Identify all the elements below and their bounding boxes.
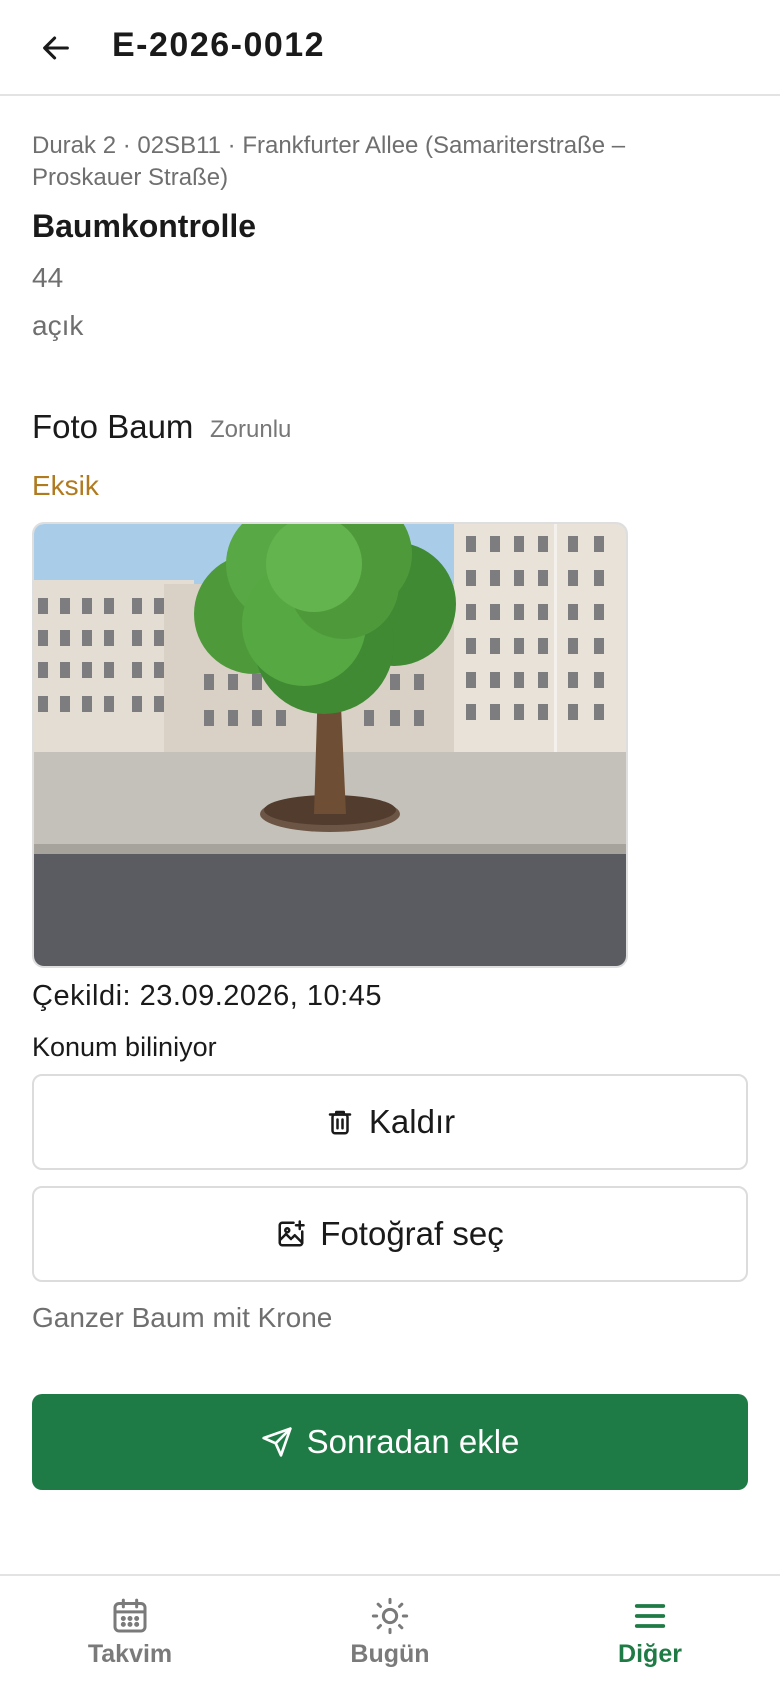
back-button[interactable]: [30, 22, 82, 74]
photo-preview[interactable]: [32, 522, 628, 968]
nav-label-today: Bugün: [350, 1640, 430, 1668]
page-title: E-2026-0012: [112, 26, 326, 64]
nav-label-more: Diğer: [618, 1640, 682, 1668]
task-title: Baumkontrolle: [32, 208, 257, 244]
nav-label-calendar: Takvim: [87, 1640, 173, 1668]
arrow-left-icon: [43, 36, 69, 60]
required-badge: Zorunlu: [210, 416, 292, 443]
menu-icon: [634, 1604, 666, 1628]
calendar-icon: [113, 1598, 147, 1633]
tree-photo-image: [34, 524, 626, 966]
trash-icon: [328, 1110, 352, 1135]
pick-photo-label: Fotoğraf seç: [320, 1215, 504, 1252]
add-later-button[interactable]: Sonradan ekle: [32, 1394, 748, 1490]
app-header: E-2026-0012: [0, 0, 780, 96]
field-state: Eksik: [32, 470, 99, 501]
nav-item-more[interactable]: Diğer: [520, 1576, 780, 1688]
location-status: Konum biliniyor: [32, 1032, 217, 1062]
field-hint: Ganzer Baum mit Krone: [32, 1302, 333, 1333]
task-status: açık: [32, 310, 84, 341]
sun-icon: [371, 1597, 409, 1635]
remove-photo-button[interactable]: Kaldır: [32, 1074, 748, 1170]
nav-item-today[interactable]: Bugün: [260, 1576, 520, 1688]
field-label: Foto Baum: [32, 408, 194, 445]
remove-photo-label: Kaldır: [368, 1103, 456, 1140]
task-meta: Durak 2 · 02SB11 · Frankfurter Allee (Sa…: [32, 132, 626, 191]
task-number: 44: [32, 262, 64, 293]
photo-taken-time: Çekildi: 23.09.2026, 10:45: [32, 980, 382, 1012]
bottom-navigation: Takvim Bugün Diğer: [0, 1574, 780, 1688]
send-icon: [261, 1427, 292, 1457]
add-later-label: Sonradan ekle: [306, 1423, 520, 1460]
nav-item-calendar[interactable]: Takvim: [0, 1576, 260, 1688]
image-add-icon: [278, 1220, 306, 1247]
pick-photo-button[interactable]: Fotoğraf seç: [32, 1186, 748, 1282]
